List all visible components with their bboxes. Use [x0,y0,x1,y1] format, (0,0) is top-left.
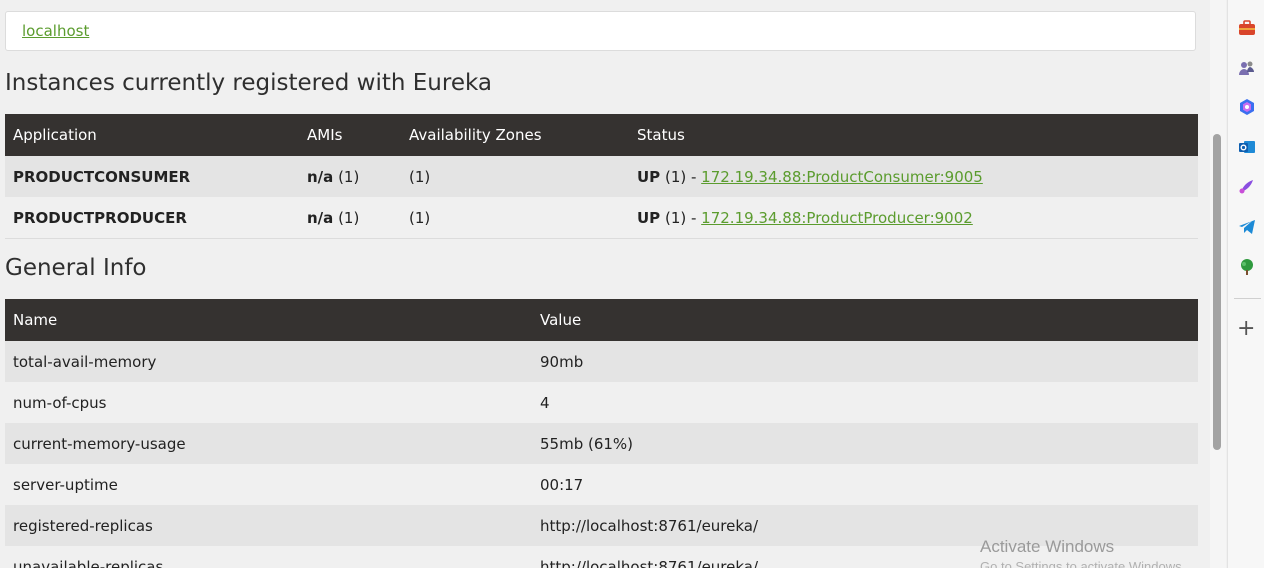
info-value: 00:17 [532,464,1198,505]
ds-replicas-box: localhost [5,11,1196,51]
general-info-table: Name Value total-avail-memory 90mb num-of… [5,299,1198,568]
ami-count: (1) [338,167,360,186]
app-name: PRODUCTCONSUMER [5,156,299,197]
info-name: unavailable-replicas [5,546,532,568]
ami-value: n/a [307,208,334,227]
general-info-title: General Info [5,255,147,281]
info-value: 90mb [532,341,1198,382]
status-cell: UP (1) - 172.19.34.88:ProductConsumer:90… [629,156,1198,197]
col-application: Application [5,114,299,156]
status-count: (1) - [664,208,702,227]
table-row: PRODUCTCONSUMER n/a (1) (1) UP (1) - 172… [5,156,1198,197]
general-header-row: Name Value [5,299,1198,341]
ds-replica-link[interactable]: localhost [22,22,89,40]
toolbox-icon[interactable] [1238,19,1256,37]
col-value: Value [532,299,1198,341]
col-amis: AMIs [299,114,401,156]
scrollbar-thumb[interactable] [1213,134,1221,450]
activate-windows-subtitle: Go to Settings to activate Windows. [980,559,1186,568]
browser-sidebar: + [1227,0,1264,568]
status-count: (1) - [664,167,702,186]
col-zones: Availability Zones [401,114,629,156]
table-row: PRODUCTPRODUCER n/a (1) (1) UP (1) - 172… [5,197,1198,239]
app-name: PRODUCTPRODUCER [5,197,299,239]
ami-cell: n/a (1) [299,197,401,239]
add-sidebar-item-icon[interactable]: + [1237,318,1255,340]
zones-cell: (1) [401,197,629,239]
page-content: localhost Instances currently registered… [0,0,1210,568]
designer-icon[interactable] [1238,177,1256,195]
ami-count: (1) [338,208,360,227]
instances-header-row: Application AMIs Availability Zones Stat… [5,114,1198,156]
instances-title: Instances currently registered with Eure… [5,70,492,96]
zones-cell: (1) [401,156,629,197]
outlook-icon[interactable] [1238,138,1256,156]
table-row: num-of-cpus 4 [5,382,1198,423]
info-name: server-uptime [5,464,532,505]
info-name: registered-replicas [5,505,532,546]
tree-icon[interactable] [1238,258,1256,276]
status-cell: UP (1) - 172.19.34.88:ProductProducer:90… [629,197,1198,239]
ami-cell: n/a (1) [299,156,401,197]
info-value: 55mb (61%) [532,423,1198,464]
telegram-icon[interactable] [1238,218,1256,236]
table-row: current-memory-usage 55mb (61%) [5,423,1198,464]
table-row: total-avail-memory 90mb [5,341,1198,382]
sidebar-divider [1234,298,1261,299]
table-row: server-uptime 00:17 [5,464,1198,505]
info-value: 4 [532,382,1198,423]
instance-link[interactable]: 172.19.34.88:ProductConsumer:9005 [701,168,983,186]
instances-table: Application AMIs Availability Zones Stat… [5,114,1198,239]
people-icon[interactable] [1238,59,1256,77]
copilot-icon[interactable] [1238,98,1256,116]
info-name: total-avail-memory [5,341,532,382]
col-status: Status [629,114,1198,156]
info-name: num-of-cpus [5,382,532,423]
activate-windows-title: Activate Windows [980,537,1115,556]
info-name: current-memory-usage [5,423,532,464]
ami-value: n/a [307,167,334,186]
col-name: Name [5,299,532,341]
status-value: UP [637,167,661,186]
instance-link[interactable]: 172.19.34.88:ProductProducer:9002 [701,209,973,227]
status-value: UP [637,208,661,227]
